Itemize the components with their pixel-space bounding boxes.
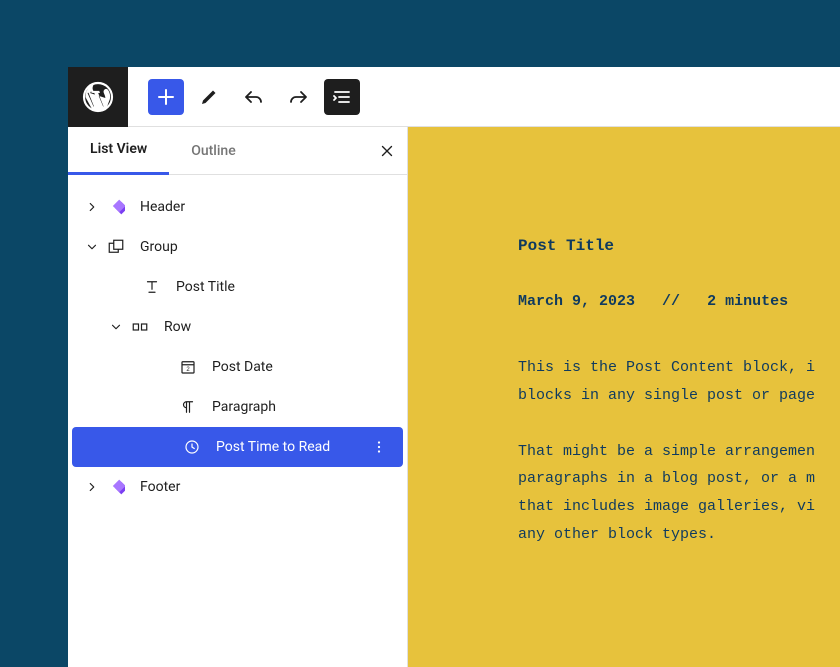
paragraph-icon <box>176 395 200 419</box>
chevron-right-icon <box>80 480 104 494</box>
meta-separator: // <box>662 293 680 310</box>
row-icon <box>128 315 152 339</box>
chevron-down-icon <box>80 240 104 254</box>
post-meta-row: March 9, 2023 // 2 minutes <box>518 293 840 310</box>
more-options-button[interactable] <box>367 438 391 456</box>
post-read-time-value[interactable]: 2 minutes <box>707 293 788 310</box>
wordpress-icon <box>82 81 114 113</box>
tree-item-post-title[interactable]: Post Title <box>68 267 407 307</box>
clock-icon <box>180 435 204 459</box>
tree-item-row[interactable]: Row <box>68 307 407 347</box>
svg-text:2: 2 <box>186 367 190 373</box>
tree-item-label: Row <box>164 319 395 335</box>
pencil-icon <box>198 85 222 109</box>
chevron-right-icon <box>80 200 104 214</box>
list-view-panel: List View Outline Header <box>68 127 408 667</box>
wordpress-logo[interactable] <box>68 67 128 127</box>
tree-item-label: Post Date <box>212 359 395 375</box>
post-date-value[interactable]: March 9, 2023 <box>518 293 635 310</box>
post-content-paragraph[interactable]: That might be a simple arrangemen paragr… <box>518 438 840 549</box>
topbar <box>68 67 840 127</box>
redo-button[interactable] <box>280 79 316 115</box>
toolbar <box>128 79 360 115</box>
insert-block-button[interactable] <box>148 79 184 115</box>
tree-item-label: Post Time to Read <box>216 439 367 455</box>
post-title[interactable]: Post Title <box>518 237 840 255</box>
edit-tool-button[interactable] <box>192 79 228 115</box>
plus-icon <box>154 85 178 109</box>
tree-item-paragraph[interactable]: Paragraph <box>68 387 407 427</box>
block-tree: Header Group Post Title <box>68 175 407 519</box>
list-view-toggle-button[interactable] <box>324 79 360 115</box>
template-part-icon <box>104 195 128 219</box>
tree-item-label: Header <box>140 199 395 215</box>
close-panel-button[interactable] <box>375 139 399 163</box>
chevron-down-icon <box>104 320 128 334</box>
tree-item-header[interactable]: Header <box>68 187 407 227</box>
tree-item-footer[interactable]: Footer <box>68 467 407 507</box>
redo-icon <box>286 85 310 109</box>
tree-item-label: Footer <box>140 479 395 495</box>
post-date-icon: 2 <box>176 355 200 379</box>
tree-item-label: Group <box>140 239 395 255</box>
tab-outline[interactable]: Outline <box>169 127 258 175</box>
more-vertical-icon <box>370 438 388 456</box>
group-icon <box>104 235 128 259</box>
tree-item-group[interactable]: Group <box>68 227 407 267</box>
editor-window: List View Outline Header <box>68 67 840 667</box>
panel-tabs: List View Outline <box>68 127 407 175</box>
close-icon <box>378 142 396 160</box>
undo-icon <box>242 85 266 109</box>
tab-list-view[interactable]: List View <box>68 127 169 175</box>
tree-item-post-time-to-read[interactable]: Post Time to Read <box>72 427 403 467</box>
editor-canvas[interactable]: Post Title March 9, 2023 // 2 minutes Th… <box>408 127 840 667</box>
list-view-icon <box>330 85 354 109</box>
tree-item-post-date[interactable]: 2 Post Date <box>68 347 407 387</box>
tree-item-label: Post Title <box>176 279 395 295</box>
post-title-icon <box>140 275 164 299</box>
post-content-paragraph[interactable]: This is the Post Content block, i blocks… <box>518 354 840 410</box>
editor-body: List View Outline Header <box>68 127 840 667</box>
undo-button[interactable] <box>236 79 272 115</box>
template-part-icon <box>104 475 128 499</box>
tree-item-label: Paragraph <box>212 399 395 415</box>
